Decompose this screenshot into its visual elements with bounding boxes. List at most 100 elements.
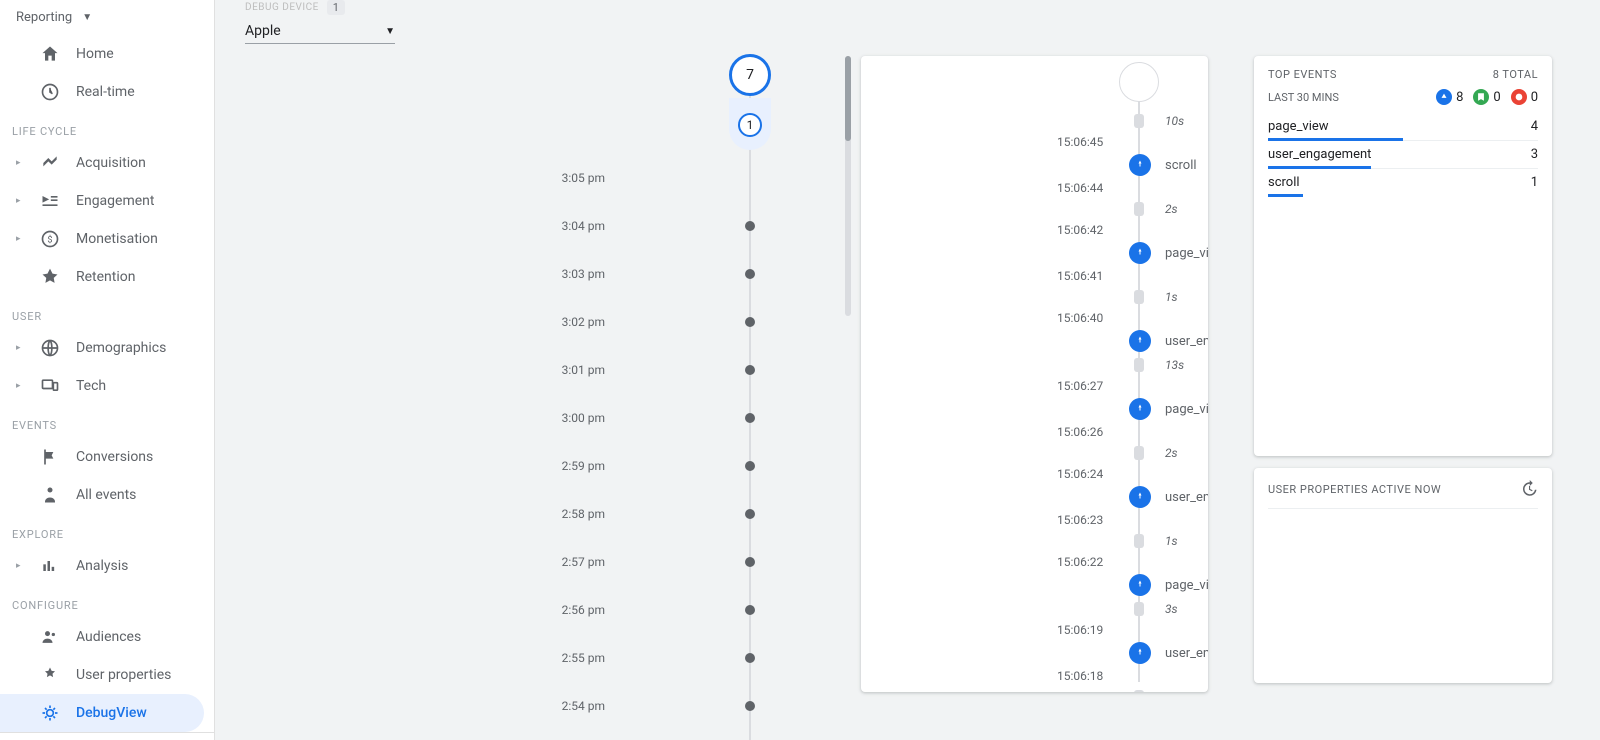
- stream-gap-row: 2s: [861, 198, 1208, 220]
- chevron-right-icon: ▸: [16, 196, 24, 206]
- stream-event-row[interactable]: page_view: [861, 572, 1208, 598]
- stream-timestamp: 15:06:22: [1057, 555, 1103, 569]
- admin-section: ▸ Admin: [0, 732, 214, 740]
- minute-time-label: 2:57 pm: [215, 555, 635, 569]
- stream-time-row: 15:06:44: [861, 178, 1208, 198]
- chevron-right-icon: ▸: [16, 343, 24, 353]
- minute-row[interactable]: 2:56 pm: [215, 586, 635, 634]
- event-marker-icon: [1129, 330, 1151, 352]
- minute-time-label: 2:54 pm: [215, 699, 635, 713]
- stream-timestamp: 15:06:44: [1057, 181, 1103, 195]
- stream-timestamp: 15:06:23: [1057, 513, 1103, 527]
- minute-row[interactable]: 3:00 pm: [215, 394, 635, 442]
- metric-badges: 8 0 0: [1436, 89, 1538, 105]
- minute-dot: [745, 653, 755, 663]
- gap-marker: [1134, 358, 1144, 372]
- minute-row[interactable]: 2:58 pm: [215, 490, 635, 538]
- minute-time-label: 2:58 pm: [215, 507, 635, 521]
- stream-gap-row: 13s: [861, 354, 1208, 376]
- nav-home[interactable]: ▸ Home: [0, 35, 204, 73]
- nav-label: Engagement: [76, 193, 154, 209]
- user-properties-body: [1268, 517, 1538, 677]
- minute-row[interactable]: 3:05 pm: [215, 154, 635, 202]
- section-events: Events: [0, 405, 214, 438]
- stream-gap-row: 3s: [861, 598, 1208, 620]
- nav-acquisition[interactable]: ▸ Acquisition: [0, 144, 204, 182]
- minute-row[interactable]: 3:01 pm: [215, 346, 635, 394]
- stream-time-row: 15:06:24: [861, 464, 1208, 484]
- stream-event-row[interactable]: scroll: [861, 152, 1208, 178]
- nav-tech[interactable]: ▸ Tech: [0, 367, 204, 405]
- history-icon[interactable]: [1520, 480, 1538, 498]
- nav-all-events[interactable]: ▸ All events: [0, 476, 204, 514]
- nav-user-properties[interactable]: ▸ User properties: [0, 656, 204, 694]
- retention-icon: [40, 267, 60, 287]
- top-event-row[interactable]: scroll1: [1268, 169, 1538, 196]
- stream-event-row[interactable]: user_engagement: [861, 640, 1208, 666]
- minute-row[interactable]: 3:02 pm: [215, 298, 635, 346]
- nav-engagement[interactable]: ▸ Engagement: [0, 182, 204, 220]
- nav-retention[interactable]: ▸ Retention: [0, 258, 204, 296]
- event-badge-icon: [1436, 89, 1452, 105]
- userprops-icon: [40, 665, 60, 685]
- stream-timestamp: 15:06:27: [1057, 379, 1103, 393]
- minute-row[interactable]: 2:55 pm: [215, 634, 635, 682]
- stream-timestamp: 15:06:42: [1057, 223, 1103, 237]
- stream-event-label: page_view: [1165, 246, 1208, 261]
- user-properties-title: User properties active now: [1268, 483, 1441, 496]
- scrollbar-thumb[interactable]: [845, 56, 851, 141]
- minute-row[interactable]: 3:03 pm: [215, 250, 635, 298]
- nav-label: Audiences: [76, 629, 141, 645]
- nav-label: Demographics: [76, 340, 166, 356]
- gap-marker: [1134, 534, 1144, 548]
- nav-demographics[interactable]: ▸ Demographics: [0, 329, 204, 367]
- analysis-icon: [40, 556, 60, 576]
- minute-row[interactable]: 2:57 pm: [215, 538, 635, 586]
- stream-gap-label: 2s: [1165, 202, 1178, 216]
- stream-gap-row: 10s: [861, 110, 1208, 132]
- minute-dot: [745, 461, 755, 471]
- stream-event-row[interactable]: user_engagement: [861, 328, 1208, 354]
- minute-row[interactable]: 2:54 pm: [215, 682, 635, 730]
- stream-event-row[interactable]: page_view: [861, 396, 1208, 422]
- nav-analysis[interactable]: ▸ Analysis: [0, 547, 204, 585]
- minute-sub-count[interactable]: 1: [738, 113, 762, 137]
- top-events-range: Last 30 mins: [1268, 91, 1339, 104]
- minute-head-count[interactable]: 7: [729, 54, 771, 96]
- nav-conversions[interactable]: ▸ Conversions: [0, 438, 204, 476]
- minute-sub-wrap: 1: [729, 98, 771, 150]
- clock-icon: [40, 82, 60, 102]
- top-event-row[interactable]: page_view4: [1268, 113, 1538, 141]
- section-lifecycle: Life cycle: [0, 111, 214, 144]
- nav-realtime[interactable]: ▸ Real-time: [0, 73, 204, 111]
- stream-event-row[interactable]: page_view: [861, 240, 1208, 266]
- nav-monetisation[interactable]: ▸ $ Monetisation: [0, 220, 204, 258]
- stream-timestamp: 15:06:45: [1057, 135, 1103, 149]
- stream-event-row[interactable]: user_engagement: [861, 484, 1208, 510]
- stream-gap-label: 18s: [1165, 690, 1184, 692]
- stream-time-row: 15:06:22: [861, 552, 1208, 572]
- nav-audiences[interactable]: ▸ Audiences: [0, 618, 204, 656]
- minute-dot: [745, 365, 755, 375]
- event-marker-icon: [1129, 574, 1151, 596]
- top-event-row[interactable]: user_engagement3: [1268, 141, 1538, 169]
- top-event-name: scroll: [1268, 175, 1300, 190]
- right-column: Top Events 8 Total Last 30 mins 8 0: [1254, 56, 1552, 683]
- minute-row[interactable]: 3:04 pm: [215, 202, 635, 250]
- stream-gap-row: 2s: [861, 442, 1208, 464]
- nav-label: Analysis: [76, 558, 128, 574]
- nav-label: DebugView: [76, 705, 147, 721]
- minute-row[interactable]: 2:59 pm: [215, 442, 635, 490]
- timeline-line: [749, 70, 751, 740]
- event-marker-icon: [1129, 154, 1151, 176]
- reporting-dropdown[interactable]: Reporting ▼: [0, 0, 214, 35]
- stream-gap-row: 18s: [861, 686, 1208, 692]
- event-marker-icon: [1129, 398, 1151, 420]
- user-properties-card: User properties active now: [1254, 468, 1552, 683]
- scrollbar[interactable]: [845, 56, 851, 316]
- stream-timestamp: 15:06:24: [1057, 467, 1103, 481]
- caret-down-icon: ▼: [82, 12, 92, 23]
- nav-debugview[interactable]: ▸ DebugView: [0, 694, 204, 732]
- minute-time-label: 3:04 pm: [215, 219, 635, 233]
- audience-icon: [40, 627, 60, 647]
